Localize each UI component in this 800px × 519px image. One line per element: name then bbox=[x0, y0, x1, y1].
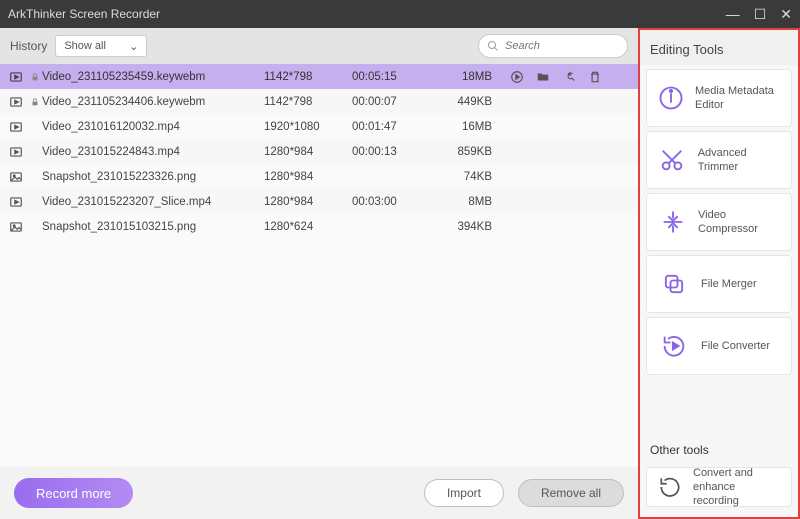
tool-card[interactable]: Advanced Trimmer bbox=[646, 131, 792, 189]
tool-label: File Merger bbox=[701, 277, 757, 291]
file-name: Video_231105235459.keywebm bbox=[42, 71, 264, 83]
tool-label: Video Compressor bbox=[698, 208, 781, 237]
search-input[interactable] bbox=[505, 40, 619, 52]
tool-label: Media Metadata Editor bbox=[695, 84, 781, 113]
record-more-button[interactable]: Record more bbox=[14, 478, 133, 508]
file-row[interactable]: Snapshot_231015223326.png1280*984 74KB bbox=[0, 164, 638, 189]
tool-icon bbox=[657, 205, 688, 239]
play-button[interactable] bbox=[510, 70, 524, 84]
remove-all-button[interactable]: Remove all bbox=[518, 479, 624, 507]
lock-icon bbox=[28, 72, 42, 82]
editing-tools-title: Editing Tools bbox=[640, 30, 798, 65]
tool-icon bbox=[657, 267, 691, 301]
file-resolution: 1280*984 bbox=[264, 196, 352, 208]
file-size: 394KB bbox=[436, 221, 510, 233]
tools-button[interactable] bbox=[562, 70, 576, 84]
tool-label: Convert and enhance recording bbox=[693, 466, 781, 509]
tool-card[interactable]: File Converter bbox=[646, 317, 792, 375]
search-box[interactable] bbox=[478, 34, 628, 58]
tool-card[interactable]: File Merger bbox=[646, 255, 792, 313]
open-folder-button[interactable] bbox=[536, 70, 550, 84]
video-icon bbox=[4, 95, 28, 109]
file-size: 74KB bbox=[436, 171, 510, 183]
file-row[interactable]: Video_231105235459.keywebm1142*79800:05:… bbox=[0, 64, 638, 89]
video-icon bbox=[4, 195, 28, 209]
tool-label: File Converter bbox=[701, 339, 770, 353]
title-bar: ArkThinker Screen Recorder — ☐ ✕ bbox=[0, 0, 800, 28]
file-resolution: 1142*798 bbox=[264, 96, 352, 108]
tool-icon bbox=[657, 143, 688, 177]
delete-button[interactable] bbox=[588, 70, 602, 84]
tool-label: Advanced Trimmer bbox=[698, 146, 781, 175]
file-size: 8MB bbox=[436, 196, 510, 208]
maximize-icon[interactable]: ☐ bbox=[754, 6, 767, 23]
file-resolution: 1920*1080 bbox=[264, 121, 352, 133]
import-button[interactable]: Import bbox=[424, 479, 504, 507]
minimize-icon[interactable]: — bbox=[726, 6, 740, 22]
search-icon bbox=[487, 40, 499, 52]
file-row[interactable]: Snapshot_231015103215.png1280*624 394KB bbox=[0, 214, 638, 239]
tool-icon bbox=[657, 470, 683, 504]
window-controls: — ☐ ✕ bbox=[726, 6, 792, 23]
history-label: History bbox=[10, 39, 47, 53]
file-resolution: 1280*984 bbox=[264, 146, 352, 158]
tool-icon bbox=[657, 81, 685, 115]
file-row[interactable]: Video_231015223207_Slice.mp41280*98400:0… bbox=[0, 189, 638, 214]
editing-tools-panel: Editing Tools Media Metadata Editor Advan… bbox=[638, 28, 800, 519]
other-tools-title: Other tools bbox=[640, 433, 798, 463]
history-toolbar: History Show all ⌄ bbox=[0, 28, 638, 64]
lock-icon bbox=[28, 97, 42, 107]
file-name: Snapshot_231015103215.png bbox=[42, 221, 264, 233]
file-list: Video_231105235459.keywebm1142*79800:05:… bbox=[0, 64, 638, 467]
tool-card[interactable]: Media Metadata Editor bbox=[646, 69, 792, 127]
file-name: Video_231015223207_Slice.mp4 bbox=[42, 196, 264, 208]
file-row[interactable]: Video_231105234406.keywebm1142*79800:00:… bbox=[0, 89, 638, 114]
file-duration: 00:00:07 bbox=[352, 96, 436, 108]
file-size: 18MB bbox=[436, 71, 510, 83]
close-icon[interactable]: ✕ bbox=[780, 6, 792, 23]
image-icon bbox=[4, 170, 28, 184]
file-size: 16MB bbox=[436, 121, 510, 133]
file-resolution: 1280*624 bbox=[264, 221, 352, 233]
chevron-down-icon: ⌄ bbox=[129, 40, 138, 53]
file-name: Snapshot_231015223326.png bbox=[42, 171, 264, 183]
file-resolution: 1142*798 bbox=[264, 71, 352, 83]
file-row[interactable]: Video_231016120032.mp41920*108000:01:471… bbox=[0, 114, 638, 139]
file-size: 859KB bbox=[436, 146, 510, 158]
file-duration: 00:00:13 bbox=[352, 146, 436, 158]
file-name: Video_231015224843.mp4 bbox=[42, 146, 264, 158]
video-icon bbox=[4, 145, 28, 159]
file-name: Video_231105234406.keywebm bbox=[42, 96, 264, 108]
filter-dropdown[interactable]: Show all ⌄ bbox=[55, 35, 147, 57]
video-icon bbox=[4, 120, 28, 134]
bottom-bar: Record more Import Remove all bbox=[0, 467, 638, 519]
video-icon bbox=[4, 70, 28, 84]
tool-icon bbox=[657, 329, 691, 363]
filter-selected: Show all bbox=[64, 40, 106, 52]
app-title: ArkThinker Screen Recorder bbox=[8, 7, 726, 21]
file-size: 449KB bbox=[436, 96, 510, 108]
image-icon bbox=[4, 220, 28, 234]
file-resolution: 1280*984 bbox=[264, 171, 352, 183]
file-duration: 00:03:00 bbox=[352, 196, 436, 208]
file-duration: 00:05:15 bbox=[352, 71, 436, 83]
other-tool-card[interactable]: Convert and enhance recording bbox=[646, 467, 792, 507]
file-row[interactable]: Video_231015224843.mp41280*98400:00:1385… bbox=[0, 139, 638, 164]
file-name: Video_231016120032.mp4 bbox=[42, 121, 264, 133]
file-duration: 00:01:47 bbox=[352, 121, 436, 133]
tool-card[interactable]: Video Compressor bbox=[646, 193, 792, 251]
